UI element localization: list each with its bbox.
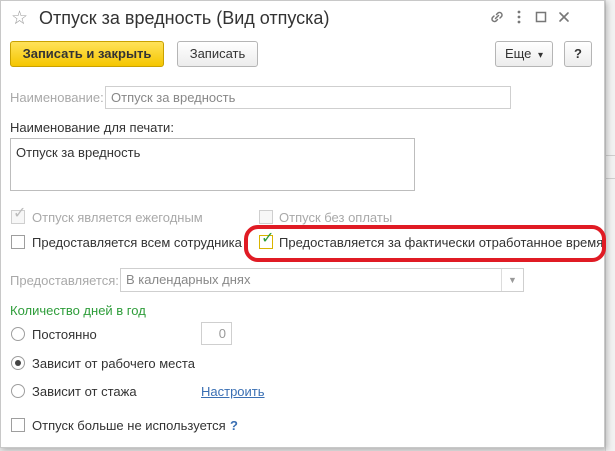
checkmark-icon: ✓ xyxy=(13,205,27,222)
provided-select-value: В календарных днях xyxy=(126,272,251,287)
all-employees-checkbox-label: Предоставляется всем сотрудникам xyxy=(32,235,242,250)
more-icon[interactable] xyxy=(510,9,528,27)
annual-checkbox[interactable]: ✓ xyxy=(11,206,26,224)
constant-days-field[interactable]: 0 xyxy=(201,322,232,345)
workplace-radio-label: Зависит от рабочего места xyxy=(32,356,195,371)
more-menu-button[interactable]: Еще ▾ xyxy=(495,41,553,67)
not-used-checkbox-label: Отпуск больше не используется xyxy=(32,418,226,433)
window-title: Отпуск за вредность (Вид отпуска) xyxy=(39,8,330,28)
provided-select[interactable]: В календарных днях ▼ xyxy=(120,268,524,292)
panel-divider xyxy=(606,178,615,179)
configure-link[interactable]: Настроить xyxy=(201,384,265,399)
print-name-field[interactable]: Отпуск за вредность xyxy=(10,138,415,191)
save-button[interactable]: Записать xyxy=(177,41,258,67)
title-bar: ☆ Отпуск за вредность (Вид отпуска) xyxy=(1,1,604,37)
provided-label: Предоставляется: xyxy=(10,273,119,288)
constant-radio[interactable] xyxy=(11,327,25,341)
more-menu-label: Еще xyxy=(504,46,532,61)
dialog-window: ☆ Отпуск за вредность (Вид отпуска) Запи… xyxy=(0,0,606,448)
radio-selected-dot xyxy=(15,360,21,366)
background-panel xyxy=(605,0,615,451)
annual-checkbox-label: Отпуск является ежегодным xyxy=(32,210,203,225)
days-section-title: Количество дней в год xyxy=(10,303,146,318)
red-highlight-annotation xyxy=(244,225,606,262)
seniority-radio[interactable] xyxy=(11,384,25,398)
name-field[interactable]: Отпуск за вредность xyxy=(105,86,511,109)
maximize-icon[interactable] xyxy=(532,9,550,27)
unpaid-checkbox[interactable] xyxy=(259,210,273,224)
help-button[interactable]: ? xyxy=(564,41,592,67)
help-icon[interactable]: ? xyxy=(230,418,238,433)
star-icon[interactable]: ☆ xyxy=(11,7,28,30)
print-name-label: Наименование для печати: xyxy=(10,120,174,135)
panel-divider xyxy=(606,155,615,156)
chevron-down-icon: ▾ xyxy=(538,50,544,61)
link-icon[interactable] xyxy=(488,9,506,27)
constant-radio-label: Постоянно xyxy=(32,327,97,342)
save-and-close-button[interactable]: Записать и закрыть xyxy=(10,41,164,67)
chevron-down-icon: ▼ xyxy=(501,269,523,291)
workplace-radio[interactable] xyxy=(11,356,25,370)
name-label: Наименование: xyxy=(10,90,104,105)
not-used-checkbox[interactable] xyxy=(11,418,25,432)
close-icon[interactable] xyxy=(555,9,573,27)
unpaid-checkbox-label: Отпуск без оплаты xyxy=(279,210,393,225)
all-employees-checkbox[interactable] xyxy=(11,235,25,249)
seniority-radio-label: Зависит от стажа xyxy=(32,384,137,399)
